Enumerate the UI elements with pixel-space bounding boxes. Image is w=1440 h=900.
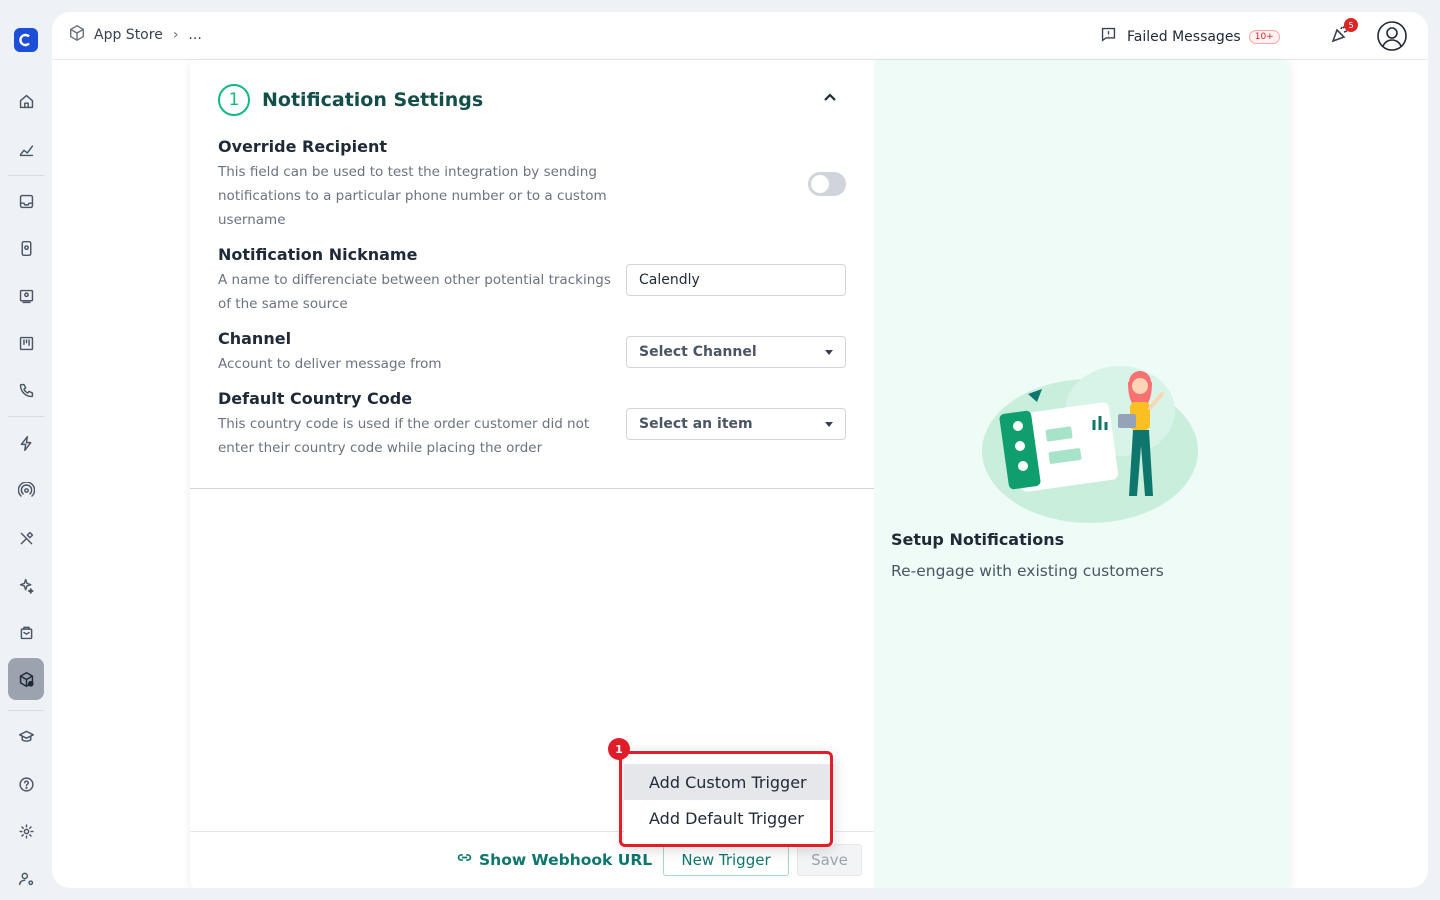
notifications-button[interactable]: 5 — [1330, 18, 1358, 48]
annotation-highlight-box — [619, 751, 833, 847]
sparkle-icon[interactable] — [14, 573, 38, 597]
save-button[interactable]: Save — [797, 844, 862, 876]
section-title: Notification Settings — [262, 89, 484, 111]
show-webhook-url-label: Show Webhook URL — [479, 850, 653, 869]
tools-icon[interactable] — [14, 526, 38, 550]
bag-icon[interactable] — [14, 620, 38, 644]
channel-select-value: Select Channel — [639, 344, 757, 360]
home-icon[interactable] — [14, 89, 38, 113]
promo-subtitle: Re-engage with existing customers — [891, 562, 1164, 580]
annotation-step-badge: 1 — [608, 738, 630, 760]
channel-desc: Account to deliver message from — [218, 356, 442, 372]
step-number: 1 — [218, 84, 250, 116]
inbox-icon[interactable] — [14, 189, 38, 213]
section-divider — [190, 488, 874, 489]
breadcrumb: App Store › ... — [68, 24, 202, 46]
bolt-icon[interactable] — [14, 431, 38, 455]
app-store-icon — [68, 24, 86, 46]
broadcast-icon[interactable] — [14, 478, 38, 502]
user-avatar[interactable] — [1376, 20, 1408, 52]
notification-count-badge: 5 — [1344, 18, 1358, 32]
breadcrumb-more[interactable]: ... — [188, 27, 201, 43]
country-code-label: Default Country Code — [218, 389, 413, 408]
link-icon — [456, 849, 479, 870]
caret-down-icon — [825, 421, 833, 427]
left-rail — [0, 0, 52, 900]
top-bar: App Store › ... Failed Messages 10+ 5 — [52, 12, 1428, 60]
board-icon[interactable] — [14, 331, 38, 355]
override-recipient-toggle[interactable] — [808, 172, 846, 196]
help-icon[interactable] — [14, 772, 38, 796]
failed-messages-link[interactable]: Failed Messages 10+ — [1100, 26, 1280, 47]
settings-icon[interactable] — [14, 819, 38, 843]
country-code-desc: This country code is used if the order c… — [218, 416, 590, 456]
new-trigger-button[interactable]: New Trigger — [663, 844, 789, 876]
show-webhook-url-link[interactable]: Show Webhook URL — [456, 849, 652, 870]
app-store-icon[interactable] — [14, 667, 38, 691]
chevron-right-icon: › — [172, 27, 179, 43]
channel-label: Channel — [218, 329, 292, 348]
country-code-select-value: Select an item — [639, 416, 753, 432]
failed-messages-label: Failed Messages — [1127, 28, 1241, 45]
user-settings-icon[interactable] — [14, 866, 38, 890]
nickname-input[interactable] — [626, 264, 846, 296]
nickname-desc: A name to differenciate between other po… — [218, 272, 611, 312]
channel-select[interactable]: Select Channel — [626, 336, 846, 368]
academy-icon[interactable] — [14, 724, 38, 748]
promo-pane: Setup Notifications Re-engage with exist… — [874, 60, 1290, 888]
message-alert-icon — [1100, 26, 1127, 47]
failed-count-badge: 10+ — [1248, 29, 1280, 44]
breadcrumb-app-store[interactable]: App Store — [94, 27, 163, 43]
country-code-select[interactable]: Select an item — [626, 408, 846, 440]
override-recipient-desc: This field can be used to test the integ… — [218, 164, 607, 228]
section-header[interactable]: 1 Notification Settings — [218, 84, 483, 116]
promo-title: Setup Notifications — [891, 530, 1065, 549]
nickname-label: Notification Nickname — [218, 245, 418, 264]
contacts-icon[interactable] — [14, 236, 38, 260]
caret-down-icon — [825, 349, 833, 355]
phone-icon[interactable] — [14, 378, 38, 402]
chevron-up-icon[interactable] — [822, 90, 842, 110]
analytics-icon[interactable] — [14, 137, 38, 161]
override-recipient-label: Override Recipient — [218, 137, 387, 156]
campaign-icon[interactable] — [14, 284, 38, 308]
brand-logo[interactable] — [14, 28, 38, 52]
notifications-illustration — [982, 366, 1198, 523]
party-popper-icon — [1330, 25, 1350, 48]
